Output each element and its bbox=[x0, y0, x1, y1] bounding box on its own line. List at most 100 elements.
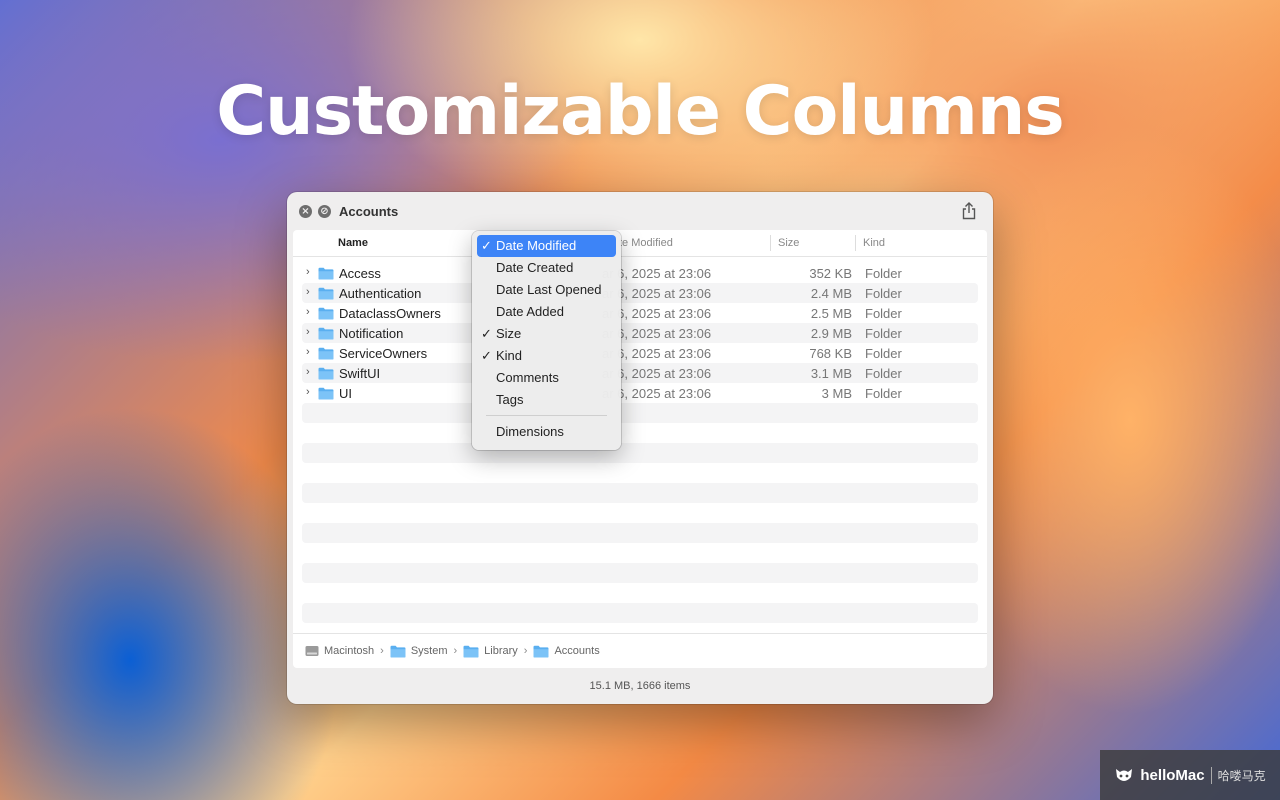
disclosure-chevron-icon[interactable]: › bbox=[306, 326, 310, 338]
status-bar: 15.1 MB, 1666 items bbox=[589, 680, 691, 692]
disclosure-chevron-icon[interactable]: › bbox=[306, 366, 310, 378]
row-kind: Folder bbox=[865, 306, 902, 321]
menu-item-label: Date Added bbox=[496, 304, 564, 319]
watermark-brand: helloMac bbox=[1140, 766, 1205, 784]
path-segment-label: System bbox=[410, 645, 448, 657]
disclosure-chevron-icon[interactable]: › bbox=[306, 306, 310, 318]
row-name: ServiceOwners bbox=[339, 346, 428, 361]
empty-row bbox=[302, 603, 978, 623]
file-list-area: Name te Modified Size Kind › Access ar 6, … bbox=[293, 230, 987, 668]
column-separator[interactable] bbox=[770, 235, 771, 251]
menu-item-kind[interactable]: ✓ Kind bbox=[477, 345, 616, 367]
row-name: DataclassOwners bbox=[339, 306, 441, 321]
checkmark-icon: ✓ bbox=[481, 238, 492, 253]
menu-item-date-last-opened[interactable]: Date Last Opened bbox=[477, 279, 616, 301]
path-bar: Macintosh › System › Library › Accounts bbox=[293, 633, 987, 668]
menu-item-label: Date Created bbox=[496, 260, 574, 275]
column-context-menu: ✓ Date Modified Date Created Date Last Open… bbox=[472, 231, 621, 450]
path-segment[interactable]: Accounts bbox=[533, 645, 600, 658]
row-kind: Folder bbox=[865, 286, 902, 301]
row-kind: Folder bbox=[865, 366, 902, 381]
column-name[interactable]: Name bbox=[338, 237, 368, 249]
path-segment-label: Library bbox=[484, 645, 518, 657]
disclosure-chevron-icon[interactable]: › bbox=[306, 266, 310, 278]
folder-icon bbox=[463, 645, 479, 657]
no-entry-icon[interactable]: ⊘ bbox=[318, 204, 331, 218]
table-row[interactable]: › Notification ar 6, 2025 at 23:06 2.9 MB Fo… bbox=[302, 323, 978, 343]
disclosure-chevron-icon[interactable]: › bbox=[306, 286, 310, 298]
watermark: helloMac 哈喽马克 bbox=[1100, 750, 1280, 800]
disclosure-chevron-icon[interactable]: › bbox=[306, 346, 310, 358]
row-size: 3.1 MB bbox=[810, 366, 852, 381]
row-size: 768 KB bbox=[809, 346, 852, 361]
column-size[interactable]: Size bbox=[778, 237, 799, 249]
path-segment-label: Macintosh bbox=[324, 645, 375, 657]
title-bar: × ⊘ Accounts bbox=[287, 192, 993, 230]
row-name: SwiftUI bbox=[339, 366, 381, 381]
row-size: 352 KB bbox=[809, 266, 852, 281]
row-name: Authentication bbox=[339, 286, 422, 301]
column-kind[interactable]: Kind bbox=[863, 237, 885, 249]
column-date-modified[interactable]: te Modified bbox=[619, 237, 673, 249]
folder-icon bbox=[318, 387, 334, 400]
row-kind: Folder bbox=[865, 386, 902, 401]
empty-row bbox=[302, 523, 978, 543]
column-separator[interactable] bbox=[855, 235, 856, 251]
table-row[interactable]: › DataclassOwners ar 6, 2025 at 23:06 2.5 M… bbox=[302, 303, 978, 323]
menu-item-label: Date Modified bbox=[496, 238, 577, 253]
row-name: Notification bbox=[339, 326, 404, 341]
menu-item-date-modified[interactable]: ✓ Date Modified bbox=[477, 235, 616, 257]
menu-item-comments[interactable]: Comments bbox=[477, 367, 616, 389]
path-segment[interactable]: Macintosh bbox=[305, 645, 374, 657]
folder-icon bbox=[533, 645, 549, 657]
path-segment-label: Accounts bbox=[554, 645, 600, 657]
path-segment[interactable]: Library bbox=[463, 645, 518, 658]
menu-item-dimensions[interactable]: Dimensions bbox=[477, 421, 616, 443]
folder-icon bbox=[318, 267, 334, 280]
menu-item-tags[interactable]: Tags bbox=[477, 389, 616, 411]
folder-icon bbox=[318, 327, 334, 340]
empty-row bbox=[302, 543, 978, 563]
row-size: 2.5 MB bbox=[810, 306, 852, 321]
menu-item-date-created[interactable]: Date Created bbox=[477, 257, 616, 279]
table-row[interactable]: › UI ar 6, 2025 at 23:06 3 MB Folder bbox=[302, 383, 978, 403]
folder-icon bbox=[318, 367, 334, 380]
watermark-sub: 哈喽马克 bbox=[1210, 766, 1266, 784]
menu-item-label: Date Last Opened bbox=[496, 282, 602, 297]
row-kind: Folder bbox=[865, 326, 902, 341]
file-rows: › Access ar 6, 2025 at 23:06 352 KB Folder › A… bbox=[302, 263, 978, 643]
share-icon[interactable] bbox=[961, 202, 977, 220]
checkmark-icon: ✓ bbox=[481, 326, 492, 341]
folder-icon bbox=[318, 347, 334, 360]
table-row[interactable]: › SwiftUI ar 6, 2025 at 23:06 3.1 MB Folder bbox=[302, 363, 978, 383]
folder-icon bbox=[390, 645, 406, 657]
menu-item-label: Kind bbox=[496, 348, 523, 363]
folder-icon bbox=[318, 307, 334, 320]
finder-window: × ⊘ Accounts Name te Modified Size Kind … bbox=[287, 192, 993, 704]
row-name: UI bbox=[339, 386, 352, 401]
menu-item-date-added[interactable]: Date Added bbox=[477, 301, 616, 323]
menu-divider bbox=[486, 415, 607, 416]
menu-item-size[interactable]: ✓ Size bbox=[477, 323, 616, 345]
menu-item-label: Dimensions bbox=[496, 424, 564, 439]
path-separator-icon: › bbox=[380, 645, 384, 657]
close-icon[interactable]: × bbox=[299, 204, 312, 218]
empty-row bbox=[302, 403, 978, 423]
menu-item-label: Tags bbox=[496, 392, 524, 407]
empty-row bbox=[302, 463, 978, 483]
path-separator-icon: › bbox=[453, 645, 458, 657]
disclosure-chevron-icon[interactable]: › bbox=[306, 386, 310, 398]
menu-item-label: Comments bbox=[496, 370, 559, 385]
path-segment[interactable]: System bbox=[390, 645, 448, 658]
row-kind: Folder bbox=[865, 346, 902, 361]
table-row[interactable]: › Authentication ar 6, 2025 at 23:06 2.4 MB… bbox=[302, 283, 978, 303]
folder-icon bbox=[318, 287, 334, 300]
empty-row bbox=[302, 563, 978, 583]
empty-row bbox=[302, 503, 978, 523]
row-size: 3 MB bbox=[821, 386, 852, 401]
table-row[interactable]: › Access ar 6, 2025 at 23:06 352 KB Folder bbox=[302, 263, 978, 283]
table-row[interactable]: › ServiceOwners ar 6, 2025 at 23:06 768 KB F… bbox=[302, 343, 978, 363]
hard-drive-icon bbox=[305, 646, 319, 656]
empty-row bbox=[302, 483, 978, 503]
window-title: Accounts bbox=[339, 203, 399, 219]
